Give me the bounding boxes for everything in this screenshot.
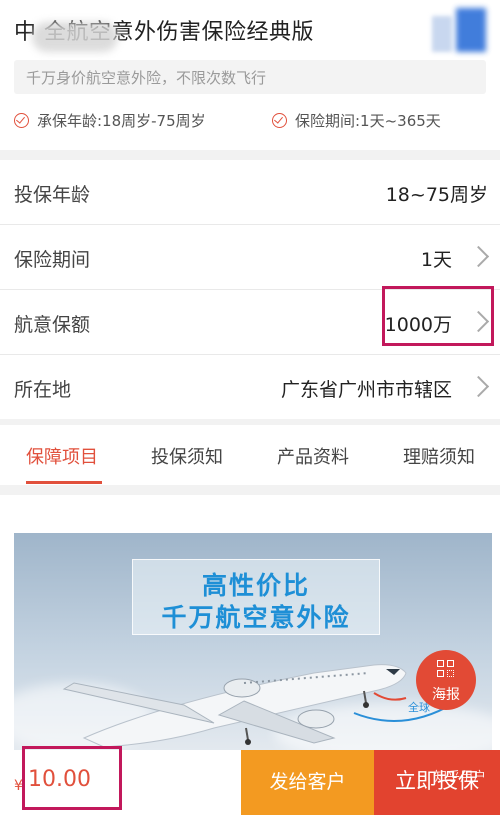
subtitle-box: 千万身价航空意外险，不限次数飞行 <box>14 60 486 94</box>
check-circle-icon <box>272 113 287 128</box>
tab-coverage[interactable]: 保障项目 <box>26 443 98 469</box>
banner-section: 高性价比 千万航空意外险 全球 <box>0 495 500 750</box>
row-label: 投保年龄 <box>14 184 91 206</box>
qrcode-icon <box>437 660 455 678</box>
tab-product-info[interactable]: 产品资料 <box>277 443 349 469</box>
row-insurance-period[interactable]: 保险期间 1天 <box>0 225 500 290</box>
row-label: 保险期间 <box>14 249 91 271</box>
product-subtitle: 千万身价航空意外险，不限次数飞行 <box>26 69 267 87</box>
brand-logo <box>430 8 490 54</box>
row-insured-age: 投保年龄 18~75周岁 <box>0 160 500 225</box>
chevron-right-icon <box>467 245 490 268</box>
send-to-customer-button[interactable]: 发给客户 <box>241 750 374 815</box>
coverage-highlight-box <box>382 286 494 346</box>
price-highlight-box <box>22 746 122 810</box>
poster-label: 海报 <box>432 687 460 703</box>
feature-age-text: 承保年龄:18周岁-75周岁 <box>37 112 206 130</box>
product-header: 中 全航空意外伤害保险经典版 千万身价航空意外险，不限次数飞行 承保年龄:18周… <box>0 0 500 150</box>
tab-bar: 保障项目 投保须知 产品资料 理赔须知 <box>0 425 500 485</box>
row-value: 1天 <box>420 249 452 271</box>
active-tab-indicator <box>26 481 102 484</box>
chevron-right-icon <box>467 375 490 398</box>
row-label: 所在地 <box>14 379 72 401</box>
row-value: 18~75周岁 <box>385 184 488 206</box>
row-location[interactable]: 所在地 广东省广州市市辖区 <box>0 355 500 419</box>
row-value: 广东省广州市市辖区 <box>280 379 452 401</box>
tab-notice[interactable]: 投保须知 <box>151 443 223 469</box>
tab-claims[interactable]: 理赔须知 <box>403 443 475 469</box>
feature-age: 承保年龄:18周岁-75周岁 <box>14 110 206 131</box>
watermark: 知乎用户 <box>433 770 486 785</box>
promo-banner: 高性价比 千万航空意外险 全球 <box>14 533 492 750</box>
check-circle-icon <box>14 113 29 128</box>
feature-period: 保险期间:1天~365天 <box>272 110 441 131</box>
airplane-image: 全球 <box>62 664 455 748</box>
buy-now-button[interactable]: 立即投保 知乎用户 <box>374 750 500 815</box>
feature-period-text: 保险期间:1天~365天 <box>295 112 441 130</box>
redacted-overlay <box>32 22 118 52</box>
poster-button[interactable]: 海报 <box>416 650 476 710</box>
row-label: 航意保额 <box>14 314 91 336</box>
